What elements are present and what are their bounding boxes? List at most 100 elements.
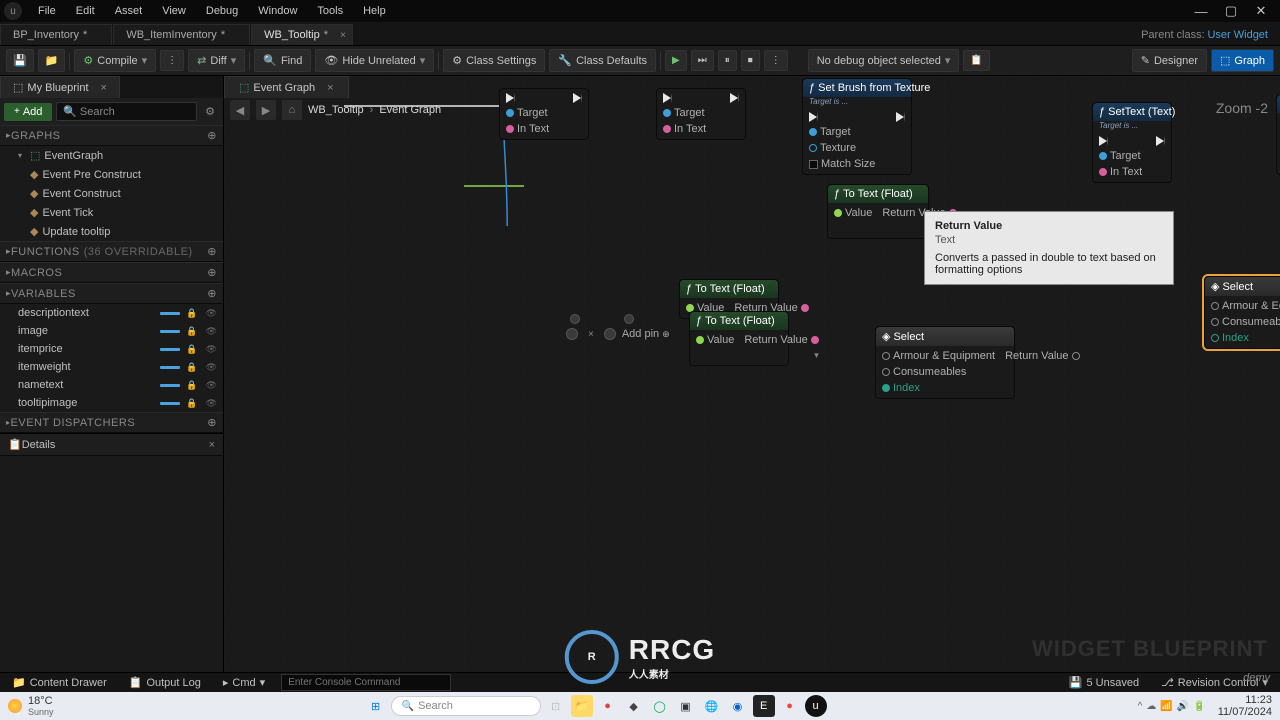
app-icon-1[interactable]: ●	[597, 695, 619, 717]
close-graph-tab-icon[interactable]: ×	[327, 82, 333, 94]
node-select-2[interactable]: ◈Select Armour & Equipment 📄 Consumeable…	[1204, 276, 1280, 349]
tray-chevron-icon[interactable]: ^	[1138, 701, 1143, 712]
node-set-brush[interactable]: ƒSet Brush from Texture Target is ... Ta…	[802, 78, 912, 175]
unreal-icon[interactable]: u	[805, 695, 827, 717]
stop-button[interactable]: ⏹	[741, 50, 760, 71]
section-variables[interactable]: ▸ VARIABLES⊕	[0, 283, 223, 304]
content-drawer-button[interactable]: 📁Content Drawer	[6, 674, 113, 691]
reroute-node-1[interactable]	[570, 314, 580, 324]
tab-wb-tooltip[interactable]: WB_Tooltip*×	[251, 24, 353, 45]
section-macros[interactable]: ▸ MACROS⊕	[0, 262, 223, 283]
menu-view[interactable]: View	[152, 5, 196, 17]
tree-update-tooltip[interactable]: ◆Update tooltip	[0, 222, 223, 241]
add-pin-node[interactable]: × Add pin ⊕	[566, 328, 670, 340]
taskbar-clock[interactable]: 11:2311/07/2024	[1218, 694, 1272, 718]
class-settings-button[interactable]: ⚙Class Settings	[443, 49, 545, 72]
menu-tools[interactable]: Tools	[307, 5, 353, 17]
section-graphs[interactable]: ▸ GRAPHS⊕	[0, 125, 223, 146]
console-input[interactable]	[281, 674, 451, 691]
window-close-button[interactable]: ✕	[1246, 3, 1276, 19]
tray-cloud-icon[interactable]: ☁	[1146, 701, 1156, 712]
tree-eventgraph[interactable]: ▾⬚EventGraph	[0, 146, 223, 165]
var-tooltipimage[interactable]: tooltipimage🔒👁	[0, 394, 223, 412]
menu-window[interactable]: Window	[248, 5, 307, 17]
cmd-dropdown[interactable]: ▸Cmd ▾	[217, 674, 271, 691]
eye-icon[interactable]: 👁	[206, 308, 217, 319]
graph-canvas[interactable]: ⬚Event Graph× ◀ ▶ ⌂ WB_Tooltip › Event G…	[224, 76, 1280, 672]
app-logo-icon[interactable]: u	[4, 2, 22, 20]
app-icon-6[interactable]: ●	[779, 695, 801, 717]
node-select-1[interactable]: ◈Select Armour & Equipment Consumeables …	[875, 326, 1015, 399]
var-image[interactable]: image🔒👁	[0, 322, 223, 340]
details-panel-header[interactable]: 📋 Details×	[0, 434, 223, 456]
event-graph-tab[interactable]: ⬚Event Graph×	[224, 76, 349, 98]
window-minimize-button[interactable]: —	[1186, 4, 1216, 19]
tree-event-construct[interactable]: ◆Event Construct	[0, 184, 223, 203]
node-to-text-float-3[interactable]: ƒTo Text (Float) Value Return Value▾	[689, 311, 789, 366]
section-functions[interactable]: ▸ FUNCTIONS (36 OVERRIDABLE)⊕	[0, 241, 223, 262]
add-function-icon[interactable]: ⊕	[207, 245, 217, 258]
node-settext-4[interactable]: ƒSetText (Text) Target is ... Target In …	[1276, 94, 1280, 175]
tray-volume-icon[interactable]: 🔊	[1177, 701, 1189, 712]
add-macro-icon[interactable]: ⊕	[207, 266, 217, 279]
output-log-button[interactable]: 📋Output Log	[123, 674, 207, 691]
var-itemprice[interactable]: itemprice🔒👁	[0, 340, 223, 358]
my-blueprint-tab[interactable]: ⬚My Blueprint×	[0, 76, 120, 98]
node-settext-1[interactable]: Target In Text	[499, 88, 589, 140]
debug-filter-button[interactable]: 📋	[963, 50, 989, 71]
tray-wifi-icon[interactable]: 📶	[1160, 701, 1172, 712]
search-input[interactable]: 🔍 Search	[56, 102, 197, 121]
diff-button[interactable]: ⇄Diff▾	[188, 49, 245, 72]
menu-edit[interactable]: Edit	[66, 5, 105, 17]
add-button[interactable]: + Add	[4, 103, 52, 121]
step-button[interactable]: ⏭	[691, 50, 714, 71]
parent-class-link[interactable]: User Widget	[1207, 29, 1268, 41]
menu-help[interactable]: Help	[353, 5, 396, 17]
window-maximize-button[interactable]: ▢	[1216, 3, 1246, 19]
tree-event-preconstruct[interactable]: ◆Event Pre Construct	[0, 165, 223, 184]
app-icon-4[interactable]: ▣	[675, 695, 697, 717]
weather-widget[interactable]: 18°CSunny	[8, 695, 54, 717]
chrome-icon[interactable]: 🌐	[701, 695, 723, 717]
designer-mode-button[interactable]: ✎Designer	[1132, 49, 1207, 72]
unsaved-indicator[interactable]: 💾5 Unsaved	[1063, 674, 1145, 691]
browse-button[interactable]: 📁	[38, 49, 66, 72]
menu-asset[interactable]: Asset	[105, 5, 153, 17]
reroute-node-2[interactable]	[624, 314, 634, 324]
var-itemweight[interactable]: itemweight🔒👁	[0, 358, 223, 376]
app-icon-3[interactable]: ◯	[649, 695, 671, 717]
eject-button[interactable]: ⋮	[764, 50, 788, 71]
tab-bp-inventory[interactable]: BP_Inventory*	[0, 24, 112, 45]
add-graph-icon[interactable]: ⊕	[207, 129, 217, 142]
node-settext-2[interactable]: Target In Text	[656, 88, 746, 140]
app-icon-5[interactable]: ◉	[727, 695, 749, 717]
tray-battery-icon[interactable]: 🔋	[1193, 701, 1205, 712]
compile-options-button[interactable]: ⋮	[160, 50, 184, 71]
app-icon-2[interactable]: ◆	[623, 695, 645, 717]
var-nametext[interactable]: nametext🔒👁	[0, 376, 223, 394]
node-to-text-float-1[interactable]: ƒTo Text (Float) Value Return Value ▾	[827, 184, 929, 239]
explorer-icon[interactable]: 📁	[571, 695, 593, 717]
close-tab-icon[interactable]: ×	[340, 30, 346, 41]
save-button[interactable]: 💾	[6, 49, 34, 72]
task-view-icon[interactable]: ⊡	[545, 695, 567, 717]
debug-object-dropdown[interactable]: No debug object selected ▾	[808, 49, 960, 72]
menu-file[interactable]: File	[28, 5, 66, 17]
crumb-asset[interactable]: WB_Tooltip	[308, 104, 364, 116]
node-settext-3[interactable]: ƒSetText (Text) Target is ... Target In …	[1092, 102, 1172, 183]
play-button[interactable]: ▶	[665, 50, 687, 71]
section-dispatchers[interactable]: ▸ EVENT DISPATCHERS⊕	[0, 412, 223, 433]
close-panel-icon[interactable]: ×	[101, 82, 107, 94]
epic-icon[interactable]: E	[753, 695, 775, 717]
add-variable-icon[interactable]: ⊕	[207, 287, 217, 300]
var-descriptiontext[interactable]: descriptiontext🔒👁	[0, 304, 223, 322]
nav-home-button[interactable]: ⌂	[282, 100, 302, 120]
hide-unrelated-button[interactable]: 👁Hide Unrelated▾	[315, 49, 434, 72]
graph-mode-button[interactable]: ⬚Graph	[1211, 49, 1274, 72]
close-details-icon[interactable]: ×	[209, 439, 215, 451]
crumb-graph[interactable]: Event Graph	[379, 104, 441, 116]
start-button[interactable]: ⊞	[365, 695, 387, 717]
menu-debug[interactable]: Debug	[196, 5, 248, 17]
tree-event-tick[interactable]: ◆Event Tick	[0, 203, 223, 222]
taskbar-search[interactable]: 🔍 Search	[391, 696, 541, 716]
